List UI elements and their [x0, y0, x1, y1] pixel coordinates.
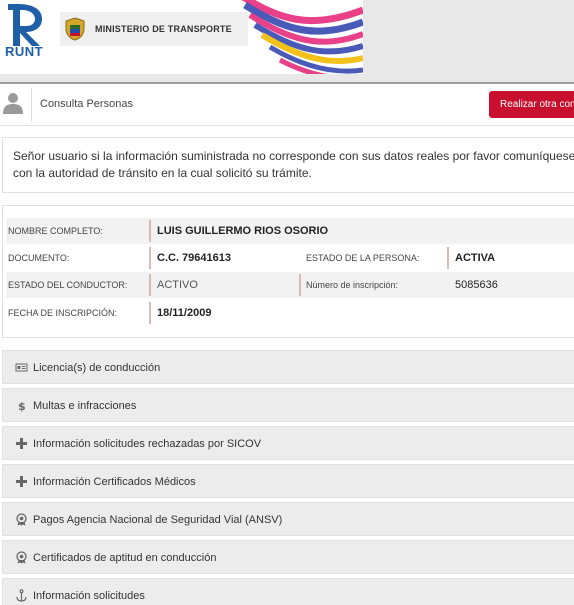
ministry-label: MINISTERIO DE TRANSPORTE — [95, 24, 232, 34]
field-separator — [447, 247, 449, 269]
section-licencias[interactable]: Licencia(s) de conducción — [2, 350, 574, 384]
runt-label: RUNT — [5, 44, 44, 59]
section-label: Información solicitudes rechazadas por S… — [33, 438, 262, 450]
notice-line-1: Señor usuario si la información suminist… — [13, 149, 574, 163]
row-documento: DOCUMENTO: C.C. 79641613 ESTADO DE LA PE… — [6, 245, 574, 271]
field-separator — [149, 247, 151, 269]
badge-icon — [16, 551, 27, 564]
notice-line-2: con la autoridad de tránsito en la cual … — [13, 166, 312, 180]
section-certificados-medicos[interactable]: Información Certificados Médicos — [2, 464, 574, 498]
coat-of-arms-icon — [65, 17, 85, 41]
section-label: Información solicitudes — [33, 590, 145, 602]
section-label: Certificados de aptitud en conducción — [33, 552, 217, 564]
plus-icon — [16, 438, 27, 449]
badge-icon — [16, 513, 27, 526]
new-query-button[interactable]: Realizar otra cons — [489, 91, 574, 118]
section-sicov[interactable]: Información solicitudes rechazadas por S… — [2, 426, 574, 460]
site-header: RUNT MINISTERIO DE TRANSPORTE — [0, 0, 574, 82]
toolbar-divider — [31, 88, 32, 122]
inscripcion-num-label: Número de inscripción: — [306, 280, 399, 290]
section-certificados-aptitud[interactable]: Certificados de aptitud en conducción — [2, 540, 574, 574]
nombre-value: LUIS GUILLERMO RIOS OSORIO — [157, 225, 329, 237]
fecha-value: 18/11/2009 — [157, 307, 212, 319]
field-separator — [149, 274, 151, 296]
fecha-label: FECHA DE INSCRIPCIÓN: — [8, 308, 118, 318]
row-estado-conductor: ESTADO DEL CONDUCTOR: ACTIVO Número de i… — [6, 272, 574, 298]
anchor-icon — [16, 589, 27, 602]
field-separator — [149, 220, 151, 242]
ministry-logo: MINISTERIO DE TRANSPORTE — [60, 12, 248, 46]
documento-label: DOCUMENTO: — [8, 253, 70, 263]
header-banner: RUNT MINISTERIO DE TRANSPORTE — [0, 0, 363, 74]
nombre-label: NOMBRE COMPLETO: — [8, 226, 103, 236]
estado-persona-value: ACTIVA — [455, 252, 496, 264]
section-label: Multas e infracciones — [33, 400, 137, 412]
documento-value: C.C. 79641613 — [157, 252, 231, 264]
plus-icon — [16, 476, 27, 487]
svg-text:$: $ — [18, 400, 26, 412]
field-separator — [299, 274, 301, 296]
person-info-panel: NOMBRE COMPLETO: LUIS GUILLERMO RIOS OSO… — [2, 205, 574, 338]
section-label: Pagos Agencia Nacional de Seguridad Vial… — [33, 514, 283, 526]
id-card-icon — [15, 363, 28, 372]
field-separator — [149, 302, 151, 324]
section-pagos-ansv[interactable]: Pagos Agencia Nacional de Seguridad Vial… — [2, 502, 574, 536]
row-fecha: FECHA DE INSCRIPCIÓN: 18/11/2009 — [6, 300, 574, 326]
page-toolbar: Consulta Personas Realizar otra cons — [0, 84, 574, 126]
estado-conductor-value: ACTIVO — [157, 279, 198, 291]
section-label: Información Certificados Médicos — [33, 476, 196, 488]
info-notice: Señor usuario si la información suminist… — [2, 137, 574, 193]
user-icon — [3, 93, 23, 114]
inscripcion-num-value: 5085636 — [455, 279, 498, 291]
dollar-icon: $ — [18, 400, 26, 412]
estado-persona-label: ESTADO DE LA PERSONA: — [306, 253, 420, 263]
section-solicitudes[interactable]: Información solicitudes — [2, 578, 574, 605]
estado-conductor-label: ESTADO DEL CONDUCTOR: — [8, 280, 128, 290]
decorative-wave-graphic — [241, 0, 363, 74]
row-nombre: NOMBRE COMPLETO: LUIS GUILLERMO RIOS OSO… — [6, 218, 574, 244]
page-title: Consulta Personas — [40, 98, 133, 110]
section-label: Licencia(s) de conducción — [33, 362, 161, 374]
section-multas[interactable]: $ Multas e infracciones — [2, 388, 574, 422]
